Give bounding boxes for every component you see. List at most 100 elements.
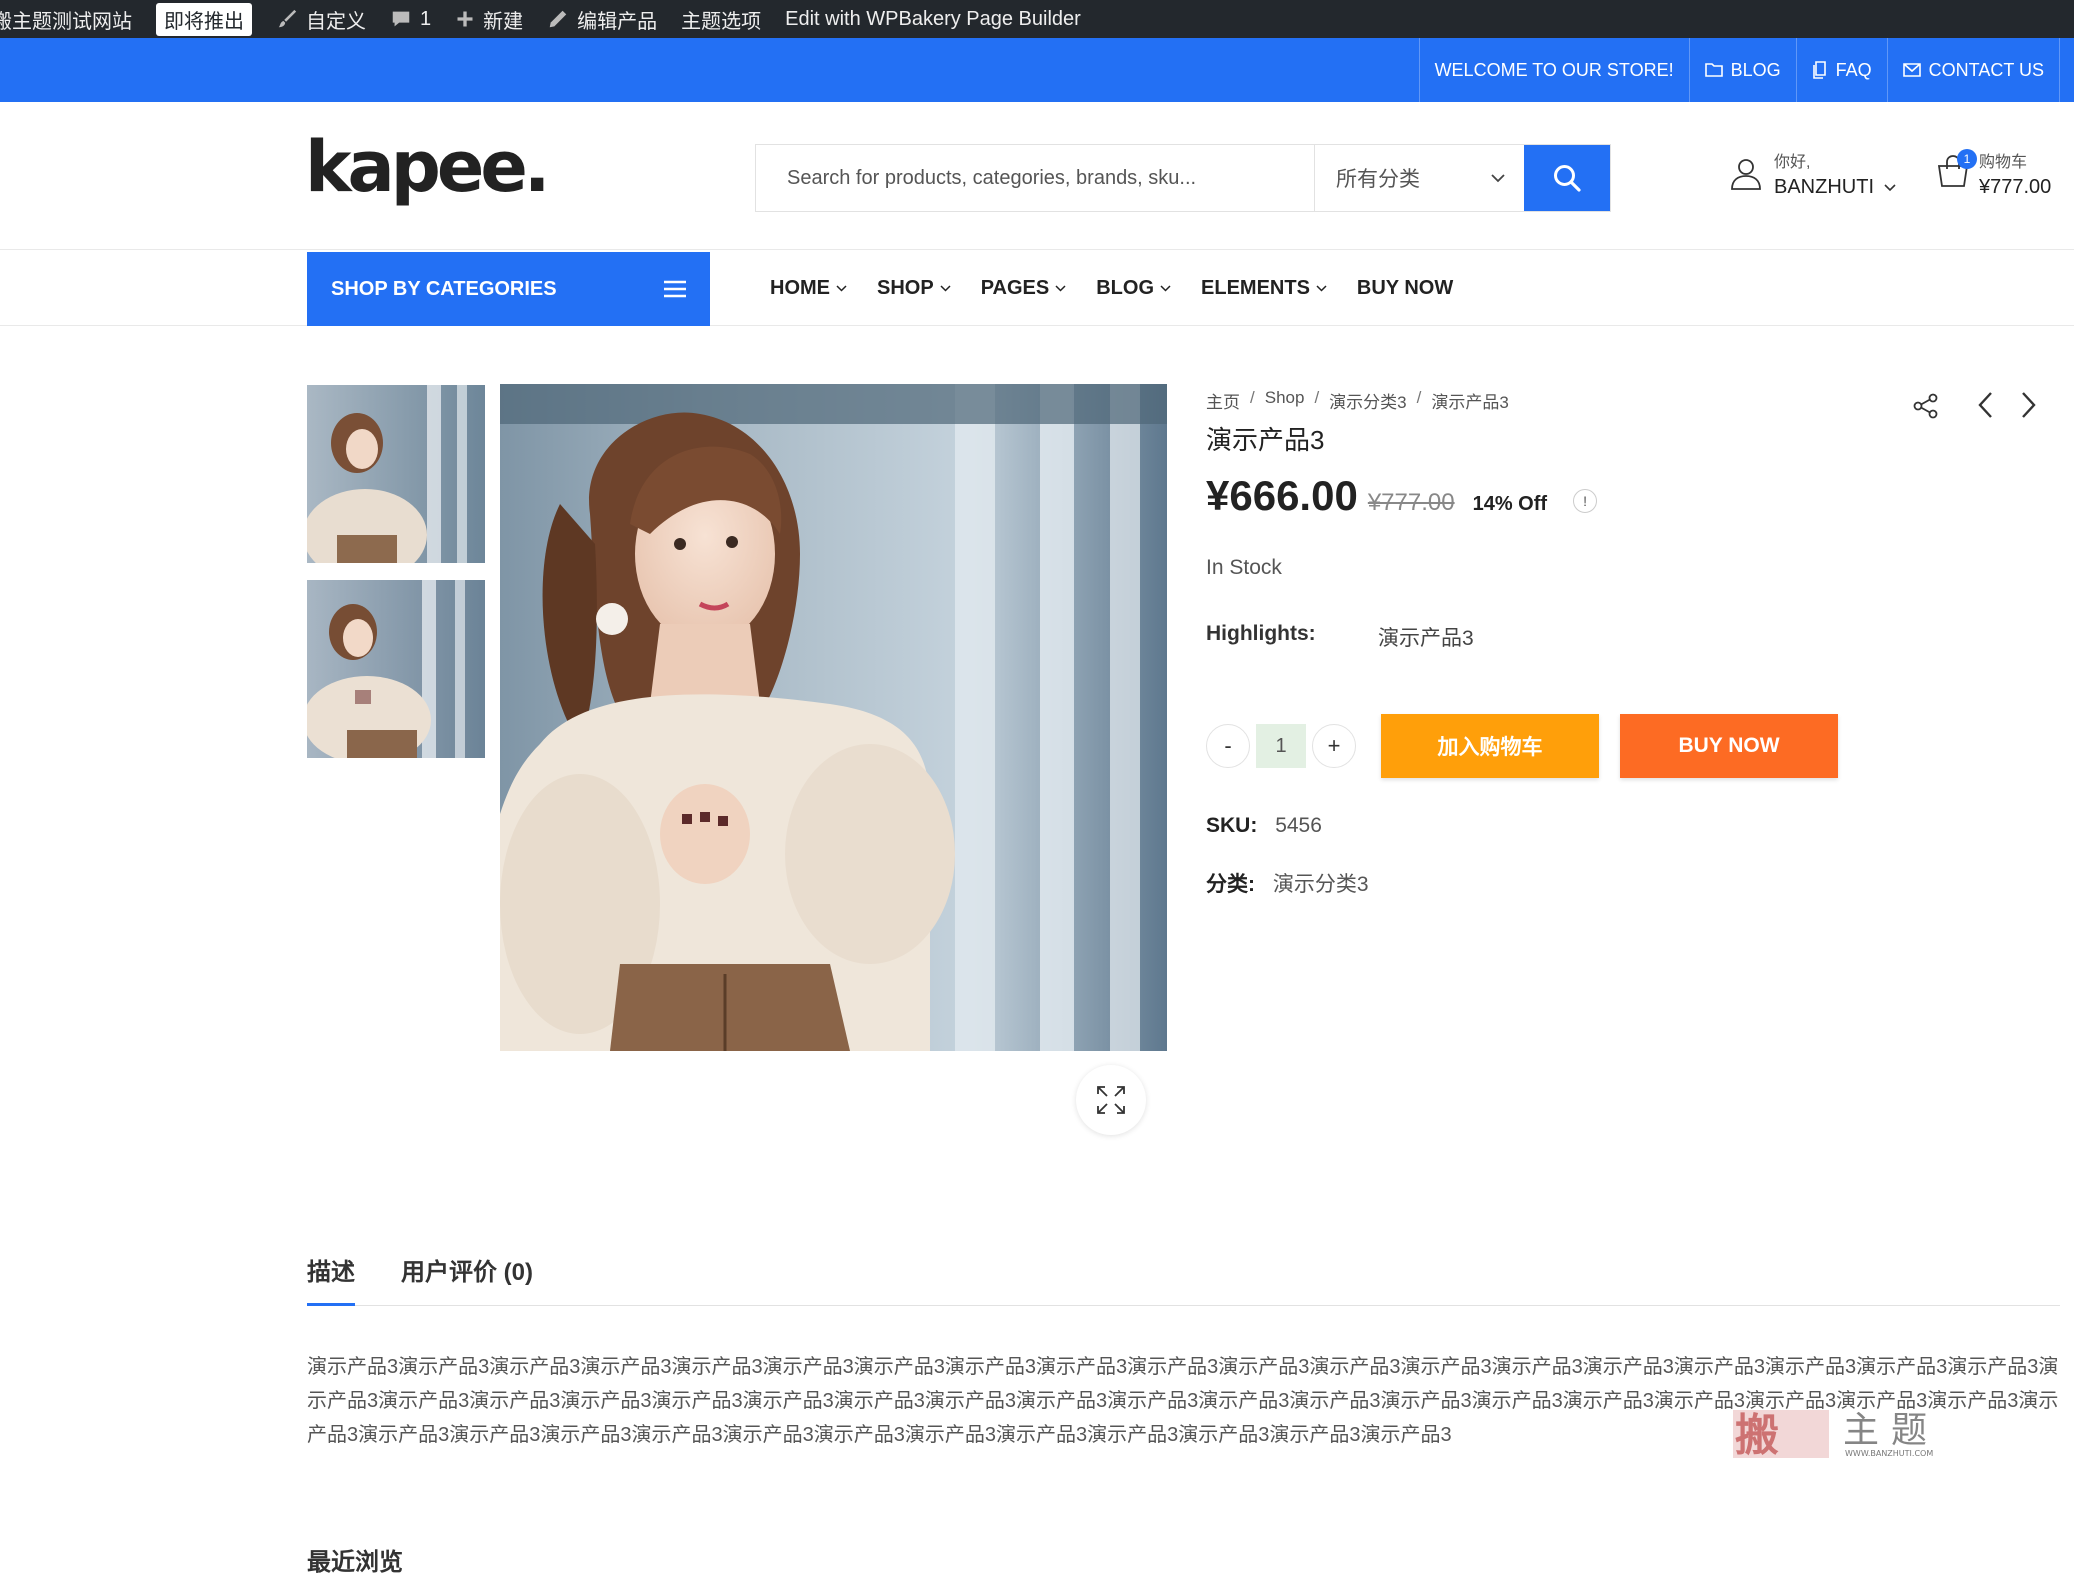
topbar-faq-link[interactable]: FAQ [1795, 38, 1887, 102]
breadcrumb-current: 演示产品3 [1431, 393, 1509, 412]
search-button[interactable] [1524, 145, 1610, 211]
wp-admin-bar: 搬主题测试网站 即将推出 自定义 1 新建 编辑产品 主题选项 Edit wit… [0, 0, 2074, 38]
chevron-down-icon [1160, 285, 1171, 292]
site-name-label: 搬主题测试网站 [0, 10, 132, 33]
watermark-logo: 搬 主题 WWW.BANZHUTI.COM [1733, 1406, 1963, 1461]
topbar-contact-link[interactable]: CONTACT US [1886, 38, 2060, 102]
plus-icon [457, 11, 473, 27]
site-logo[interactable]: kapee. [305, 132, 550, 202]
breadcrumb-shop[interactable]: Shop [1265, 388, 1305, 413]
search-icon [1554, 165, 1581, 192]
product-tabs: 描述 用户评价 (0) [307, 1248, 2060, 1306]
chevron-down-icon [1055, 285, 1066, 292]
category-select[interactable]: 所有分类 [1314, 145, 1524, 211]
menu-item-elements[interactable]: ELEMENTS [1201, 277, 1327, 300]
gallery-thumbnail-1[interactable] [307, 385, 485, 563]
buy-now-button[interactable]: BUY NOW [1620, 714, 1838, 778]
comment-icon [392, 11, 410, 27]
new-label: 新建 [483, 10, 524, 33]
category-select-value: 所有分类 [1336, 168, 1420, 191]
wpbakery-label: Edit with WPBakery Page Builder [785, 7, 1081, 30]
admin-theme-options[interactable]: 主题选项 [669, 0, 773, 38]
discount-badge: 14% Off [1472, 493, 1548, 515]
category-link[interactable]: 演示分类3 [1273, 873, 1369, 896]
cart-count-badge: 1 [1957, 149, 1977, 169]
regular-price: ¥777.00 [1367, 489, 1455, 516]
svg-text:搬: 搬 [1735, 1410, 1779, 1458]
user-name: BANZHUTI [1774, 176, 1874, 198]
menu-item-buy-now[interactable]: BUY NOW [1357, 277, 1453, 300]
primary-menu: HOME SHOP PAGES BLOG ELEMENTS BUY NOW [770, 251, 1453, 326]
menu-item-label: PAGES [980, 277, 1050, 299]
highlights-value: 演示产品3 [1378, 627, 1474, 650]
chevron-down-icon [836, 285, 847, 292]
gallery-thumbnail-2[interactable] [307, 580, 485, 758]
category-label: 分类: [1206, 873, 1255, 896]
breadcrumb-home[interactable]: 主页 [1206, 388, 1240, 413]
product-sku: SKU: 5456 [1206, 814, 1322, 838]
chevron-down-icon [1316, 285, 1327, 292]
chevron-left-icon[interactable] [1976, 390, 1994, 420]
contact-label: CONTACT US [1928, 59, 2044, 80]
menu-item-shop[interactable]: SHOP [877, 277, 951, 300]
menu-item-label: ELEMENTS [1201, 277, 1310, 299]
top-bar: WELCOME TO OUR STORE! BLOG FAQ CONTACT U… [0, 38, 2074, 102]
pencil-icon [549, 10, 567, 28]
menu-item-label: SHOP [877, 277, 934, 299]
tab-reviews[interactable]: 用户评价 (0) [401, 1248, 533, 1306]
topbar-blog-link[interactable]: BLOG [1688, 38, 1796, 102]
breadcrumb: 主页 / Shop / 演示分类3 / 演示产品3 [1206, 388, 1509, 413]
user-account[interactable]: 你好, BANZHUTI [1728, 148, 1896, 199]
search-input[interactable]: Search for products, categories, brands,… [756, 145, 1314, 211]
launch-badge-label: 即将推出 [156, 2, 252, 36]
search-placeholder: Search for products, categories, brands,… [787, 166, 1197, 189]
cart-label: 购物车 [1979, 154, 2028, 171]
admin-comments[interactable]: 1 [378, 0, 443, 38]
document-icon [1812, 61, 1826, 79]
admin-site-name[interactable]: 搬主题测试网站 [0, 0, 144, 38]
highlights-label: Highlights: [1206, 622, 1316, 645]
share-button[interactable] [1912, 392, 1940, 425]
quantity-stepper: - 1 + [1206, 724, 1356, 768]
fullscreen-zoom-button[interactable] [1076, 1065, 1146, 1135]
share-icon [1913, 393, 1938, 419]
welcome-label: WELCOME TO OUR STORE! [1434, 59, 1674, 80]
menu-item-label: BUY NOW [1356, 277, 1454, 299]
menu-item-label: HOME [770, 277, 830, 299]
admin-wpbakery[interactable]: Edit with WPBakery Page Builder [773, 0, 1093, 38]
mini-cart[interactable]: 1 购物车 ¥777.00 [1935, 148, 2051, 199]
shop-by-categories-button[interactable]: SHOP BY CATEGORIES [307, 252, 710, 326]
menu-item-blog[interactable]: BLOG [1096, 277, 1171, 300]
site-header: kapee. Search for products, categories, … [0, 102, 2074, 250]
price-info-icon[interactable]: ! [1573, 489, 1598, 513]
search-form: Search for products, categories, brands,… [755, 144, 1611, 212]
blog-label: BLOG [1730, 59, 1781, 80]
quantity-minus-button[interactable]: - [1206, 724, 1250, 768]
faq-label: FAQ [1835, 59, 1872, 80]
price-row: ¥666.00 ¥777.00 14% Off ! [1206, 472, 1598, 520]
comments-count: 1 [420, 7, 432, 30]
admin-edit-product[interactable]: 编辑产品 [535, 0, 669, 38]
add-to-cart-button[interactable]: 加入购物车 [1381, 714, 1599, 778]
admin-launch-badge[interactable]: 即将推出 [144, 0, 264, 38]
menu-item-pages[interactable]: PAGES [981, 277, 1067, 300]
menu-item-home[interactable]: HOME [770, 277, 847, 300]
quantity-input[interactable]: 1 [1256, 724, 1306, 768]
admin-customize[interactable]: 自定义 [264, 0, 378, 38]
sku-value: 5456 [1275, 814, 1322, 837]
svg-text:WWW.BANZHUTI.COM: WWW.BANZHUTI.COM [1845, 1449, 1933, 1458]
quantity-plus-button[interactable]: + [1312, 724, 1356, 768]
stock-status: In Stock [1206, 556, 1282, 579]
hamburger-icon [664, 280, 686, 298]
product-main-image[interactable] [500, 384, 1167, 1051]
tab-description[interactable]: 描述 [307, 1248, 355, 1306]
cart-total: ¥777.00 [1979, 176, 2052, 198]
sku-label: SKU: [1206, 814, 1258, 837]
folder-icon [1704, 63, 1723, 77]
admin-new[interactable]: 新建 [443, 0, 535, 38]
breadcrumb-category[interactable]: 演示分类3 [1329, 388, 1406, 413]
chevron-right-icon[interactable] [2020, 390, 2038, 420]
theme-options-label: 主题选项 [681, 10, 762, 33]
envelope-icon [1902, 63, 1921, 77]
product-category: 分类: 演示分类3 [1206, 868, 1369, 898]
